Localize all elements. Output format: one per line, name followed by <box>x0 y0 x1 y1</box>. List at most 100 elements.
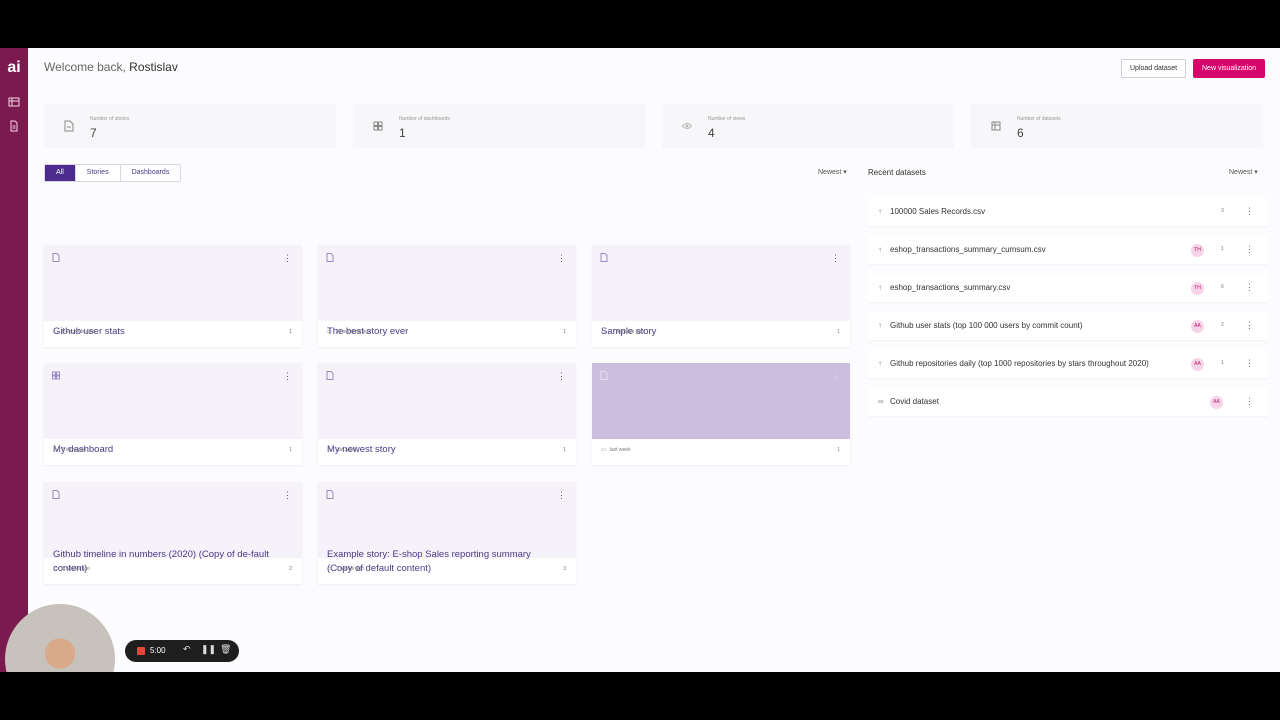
dataset-name: 100000 Sales Records.csv <box>890 207 986 216</box>
card-title: My newest story <box>327 444 396 455</box>
card-time: 3 weeks ago <box>335 566 364 572</box>
app-window: ai Welcome back, Rostislav Upload datase… <box>0 48 1280 672</box>
story-card[interactable]: ⋮ My old story ▭ last week 1 <box>592 363 850 465</box>
stop-recording-button[interactable] <box>137 647 145 655</box>
dataset-name: Github repositories daily (top 1000 repo… <box>890 359 1149 368</box>
dataset-row[interactable]: ↑ Github user stats (top 100 000 users b… <box>868 312 1268 340</box>
more-options-icon[interactable]: ⋮ <box>831 253 840 263</box>
dataset-row[interactable]: ↑ Github repositories daily (top 1000 re… <box>868 350 1268 378</box>
main-content: Welcome back, Rostislav Upload dataset N… <box>28 48 1280 672</box>
datasets-nav-icon[interactable] <box>8 96 20 108</box>
card-preview <box>44 245 302 321</box>
more-options-icon[interactable]: ⋮ <box>1245 282 1254 293</box>
dataset-count: 2 <box>1221 322 1224 328</box>
card-count: 3 <box>563 566 566 572</box>
more-options-icon[interactable]: ⋮ <box>557 490 566 500</box>
document-icon <box>600 371 608 380</box>
more-options-icon[interactable]: ⋮ <box>283 371 292 381</box>
app-logo[interactable]: ai <box>4 58 24 78</box>
more-options-icon[interactable]: ⋮ <box>557 253 566 263</box>
card-time: last week <box>335 447 357 453</box>
calendar-icon: ▭ <box>53 566 58 572</box>
filter-dashboards[interactable]: Dashboards <box>120 165 181 181</box>
more-options-icon[interactable]: ⋮ <box>1245 320 1254 331</box>
chevron-down-icon: ▾ <box>1254 169 1258 176</box>
card-time: 39 seconds ago <box>335 329 372 335</box>
stat-value: 4 <box>708 126 715 140</box>
story-card[interactable]: ⋮ Sample story ▭ 17 minutes ago 1 <box>592 245 850 347</box>
upload-icon: ↑ <box>878 207 882 216</box>
welcome-message: Welcome back, Rostislav <box>44 60 178 74</box>
sidebar: ai <box>0 48 28 672</box>
more-options-icon[interactable]: ⋮ <box>1245 396 1254 407</box>
stories-nav-icon[interactable] <box>8 120 20 132</box>
welcome-prefix: Welcome back, <box>44 60 126 74</box>
card-preview <box>44 363 302 439</box>
calendar-icon: ▭ <box>53 447 58 453</box>
dataset-row[interactable]: ↑ eshop_transactions_summary_cumsum.csv … <box>868 236 1268 264</box>
more-options-icon[interactable]: ⋮ <box>1245 206 1254 217</box>
more-options-icon[interactable]: ⋮ <box>557 371 566 381</box>
card-time: 5 days ago <box>61 447 87 453</box>
more-options-icon[interactable]: ⋮ <box>283 253 292 263</box>
more-options-icon[interactable]: ⋮ <box>1245 244 1254 255</box>
dataset-row[interactable]: ∞ Covid dataset AA ⋮ <box>868 388 1268 416</box>
new-visualization-button[interactable]: New visualization <box>1193 59 1266 78</box>
filter-stories[interactable]: Stories <box>75 165 121 181</box>
card-preview <box>592 245 850 321</box>
cards-sort-dropdown[interactable]: Newest ▾ <box>818 168 847 176</box>
card-meta: ▭ 5 days ago <box>53 447 86 453</box>
document-icon <box>600 253 608 262</box>
upload-icon: ↑ <box>878 359 882 368</box>
pause-icon[interactable]: ❚❚ <box>201 644 216 655</box>
document-icon <box>326 371 334 380</box>
dataset-count: 3 <box>1221 208 1224 214</box>
dataset-name: Github user stats (top 100 000 users by … <box>890 321 1083 330</box>
eye-icon <box>682 123 692 129</box>
sort-label: Newest <box>1229 169 1253 176</box>
document-icon <box>52 253 60 262</box>
upload-dataset-button[interactable]: Upload dataset <box>1121 59 1187 78</box>
more-options-icon[interactable]: ⋮ <box>1245 358 1254 369</box>
story-card[interactable]: ⋮ Github timeline in numbers (2020) (Cop… <box>44 482 302 584</box>
trash-icon[interactable]: 🗑 <box>220 644 231 655</box>
stat-label: Number of views <box>708 116 746 122</box>
avatar: TH <box>1191 244 1204 257</box>
avatar: AA <box>1191 320 1204 333</box>
avatar: TH <box>1191 282 1204 295</box>
document-icon <box>64 120 74 132</box>
card-count: 1 <box>289 329 292 335</box>
more-options-icon[interactable]: ⋮ <box>831 371 840 381</box>
card-meta: ▭ 3 weeks ago <box>53 566 90 572</box>
card-meta: ▭ last week <box>327 447 357 453</box>
recording-timer: 5:00 <box>150 646 166 655</box>
dashboard-card[interactable]: ⋮ My dashboard ▭ 5 days ago 1 <box>44 363 302 465</box>
stat-value: 7 <box>90 126 97 140</box>
card-count: 1 <box>563 329 566 335</box>
card-time: 3 weeks ago <box>61 566 90 572</box>
card-time: 8 seconds ago <box>61 329 95 335</box>
datasets-sort-dropdown[interactable]: Newest ▾ <box>1229 168 1258 176</box>
stat-stories: Number of stories 7 <box>44 104 336 148</box>
story-card[interactable]: ⋮ The best story ever ▭ 39 seconds ago 1 <box>318 245 576 347</box>
filter-all[interactable]: All <box>45 165 76 181</box>
stat-label: Number of dashboards <box>399 116 450 122</box>
card-meta: ▭ 3 weeks ago <box>327 566 364 572</box>
calendar-icon: ▭ <box>53 329 58 335</box>
more-options-icon[interactable]: ⋮ <box>283 490 292 500</box>
story-card[interactable]: ⋮ Example story: E-shop Sales reporting … <box>318 482 576 584</box>
dashboard-grid-icon <box>373 121 383 131</box>
dataset-count: 1 <box>1221 246 1224 252</box>
card-meta: ▭ 39 seconds ago <box>327 329 371 335</box>
stat-value: 6 <box>1017 126 1024 140</box>
story-card[interactable]: ⋮ My newest story ▭ last week 1 <box>318 363 576 465</box>
table-icon <box>991 121 1001 131</box>
upload-icon: ↑ <box>878 321 882 330</box>
stat-dashboards: Number of dashboards 1 <box>353 104 645 148</box>
dataset-row[interactable]: ↑ 100000 Sales Records.csv 3 ⋮ <box>868 198 1268 226</box>
dataset-row[interactable]: ↑ eshop_transactions_summary.csv TH 6 ⋮ <box>868 274 1268 302</box>
card-count: 1 <box>837 447 840 453</box>
story-card[interactable]: ⋮ Github user stats ▭ 8 seconds ago 1 <box>44 245 302 347</box>
undo-icon[interactable]: ↶ <box>183 644 191 655</box>
avatar: AA <box>1191 358 1204 371</box>
